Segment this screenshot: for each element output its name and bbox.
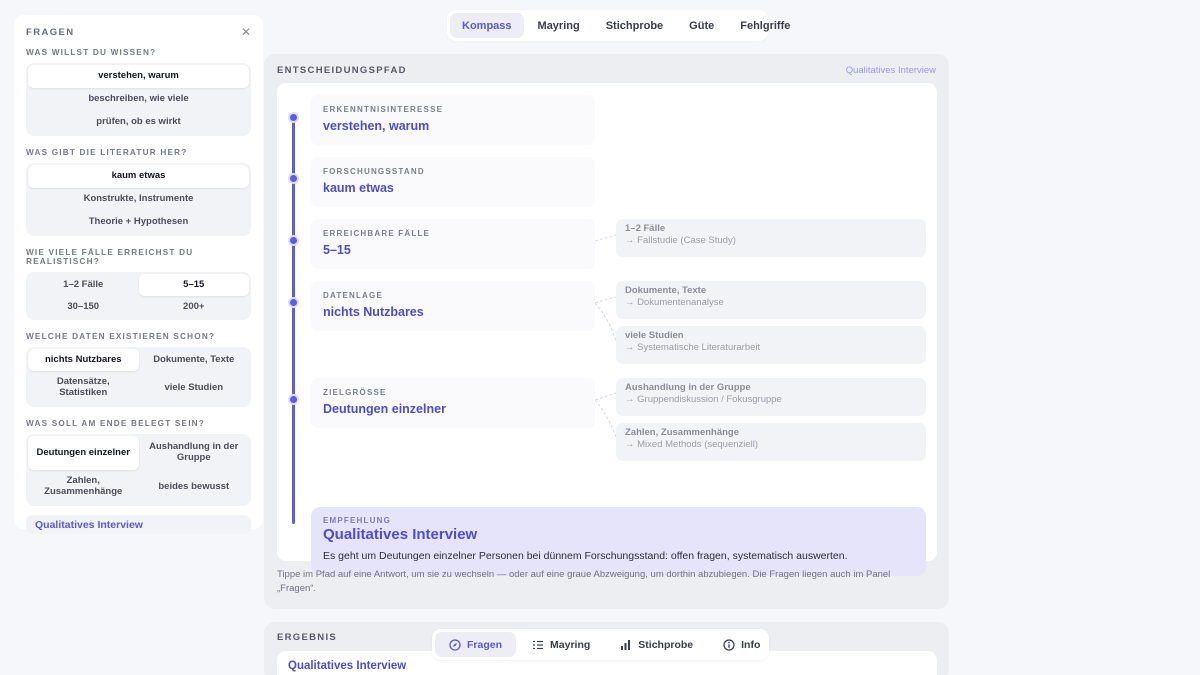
bottom-tab-mayring[interactable]: Mayring <box>518 632 604 657</box>
recommendation-text: Es geht um Deutungen einzelner Personen … <box>323 550 848 562</box>
bar-chart-icon <box>620 639 632 651</box>
option-button[interactable]: nichts Nutzbares <box>28 349 139 371</box>
branch-option[interactable]: Aushandlung in der Gruppe → Gruppendisku… <box>616 378 926 416</box>
tab-mayring[interactable]: Mayring <box>526 13 592 38</box>
branch-option[interactable]: viele Studien → Systematische Literatura… <box>616 326 926 364</box>
option-button[interactable]: 200+ <box>139 296 250 318</box>
option-group-literature: kaum etwas Konstrukte, Instrumente Theor… <box>26 163 251 236</box>
step-value: kaum etwas <box>323 181 394 195</box>
option-button[interactable]: Konstrukte, Instrumente <box>28 188 249 211</box>
result-link[interactable]: Qualitatives Interview <box>846 65 936 76</box>
recommendation-label: EMPFEHLUNG <box>323 516 391 525</box>
path-step-interest[interactable]: ERKENNTNISINTERESSE verstehen, warum <box>311 95 595 145</box>
timeline-dot <box>288 297 299 308</box>
branch-title: Zahlen, Zusammenhänge <box>625 427 740 438</box>
option-button[interactable]: 5–15 <box>138 274 249 296</box>
recommendation-box: EMPFEHLUNG Qualitatives Interview Es geh… <box>311 507 926 576</box>
close-icon[interactable]: ✕ <box>241 26 251 38</box>
option-button[interactable]: Aushandlung in der Gruppe <box>139 436 250 470</box>
branch-target: → Gruppendiskussion / Fokusgruppe <box>625 393 782 405</box>
option-button[interactable]: Zahlen, Zusammenhänge <box>28 470 139 504</box>
panel-result-chip[interactable]: Qualitatives Interview <box>26 515 251 534</box>
compass-icon <box>449 638 461 651</box>
step-label: ERKENNTNISINTERESSE <box>323 105 444 114</box>
tab-kompass[interactable]: Kompass <box>450 13 524 38</box>
path-step-cases[interactable]: ERREICHBARE FÄLLE 5–15 <box>311 219 595 269</box>
question-label: WAS SOLL AM ENDE BELEGT SEIN? <box>26 419 205 428</box>
step-value: 5–15 <box>323 243 351 257</box>
branch-option[interactable]: Zahlen, Zusammenhänge → Mixed Methods (s… <box>616 423 926 461</box>
timeline-dot <box>288 394 299 405</box>
bottom-tab-info[interactable]: Info <box>709 632 774 657</box>
branch-target: → Systematische Literaturarbeit <box>625 341 761 353</box>
option-button[interactable]: kaum etwas <box>28 165 249 188</box>
recommendation-title: Qualitatives Interview <box>323 526 478 543</box>
branch-option[interactable]: Dokumente, Texte → Dokumentenanalyse <box>616 281 926 319</box>
step-label: ZIELGRÖSSE <box>323 388 387 397</box>
path-step-literature[interactable]: FORSCHUNGSSTAND kaum etwas <box>311 157 595 207</box>
option-button[interactable]: verstehen, warum <box>28 65 249 88</box>
option-button[interactable]: 30–150 <box>28 296 139 318</box>
option-button[interactable]: 1–2 Fälle <box>28 274 139 296</box>
step-value: nichts Nutzbares <box>323 305 424 319</box>
option-group-interest: verstehen, warum beschreiben, wie viele … <box>26 63 251 136</box>
timeline-dot <box>288 235 299 246</box>
bottom-tab-stichprobe[interactable]: Stichprobe <box>606 632 707 657</box>
option-group-cases: 1–2 Fälle 5–15 30–150 200+ <box>26 272 251 320</box>
branch-target: → Mixed Methods (sequenziell) <box>625 438 759 450</box>
option-button[interactable]: beschreiben, wie viele <box>28 88 249 111</box>
question-label: WIE VIELE FÄLLE ERREICHST DU REALISTISCH… <box>26 248 194 266</box>
list-icon <box>532 639 544 651</box>
tab-stichprobe[interactable]: Stichprobe <box>594 13 675 38</box>
step-label: ERREICHBARE FÄLLE <box>323 229 431 238</box>
bottom-tab-label: Info <box>741 638 761 651</box>
option-button[interactable]: Dokumente, Texte <box>139 349 250 371</box>
branch-title: 1–2 Fälle <box>625 223 666 234</box>
option-button[interactable]: Theorie + Hypothesen <box>28 211 249 234</box>
option-button[interactable]: Datensätze, Statistiken <box>28 371 139 405</box>
option-button[interactable]: Deutungen einzelner <box>28 436 139 470</box>
step-value: Deutungen einzelner <box>323 402 446 416</box>
bottom-tab-label: Stichprobe <box>638 638 694 651</box>
branch-target: → Fallstudie (Case Study) <box>625 234 736 246</box>
top-tab-bar: Kompass Mayring Stichprobe Güte Fehlgrif… <box>447 10 790 41</box>
option-button[interactable]: beides bewusst <box>139 470 250 504</box>
section-title: ENTSCHEIDUNGSPFAD <box>277 65 407 76</box>
bottom-tab-bar: Fragen Mayring Stichprobe Info <box>432 629 769 660</box>
branch-option[interactable]: 1–2 Fälle → Fallstudie (Case Study) <box>616 219 926 257</box>
info-icon <box>723 638 735 651</box>
bottom-tab-fragen[interactable]: Fragen <box>435 632 517 657</box>
hint-text: Tippe im Pfad auf eine Antwort, um sie z… <box>277 569 891 594</box>
result-name: Qualitatives Interview <box>288 660 407 672</box>
questions-panel: FRAGEN ✕ WAS WILLST DU WISSEN? verstehen… <box>14 15 263 534</box>
branch-target: → Dokumentenanalyse <box>625 296 724 308</box>
tab-fehlgriffe[interactable]: Fehlgriffe <box>728 13 802 38</box>
panel-title: FRAGEN <box>26 26 75 38</box>
section-title: ERGEBNIS <box>277 632 338 643</box>
option-group-goal: Deutungen einzelner Aushandlung in der G… <box>26 434 251 506</box>
branch-title: viele Studien <box>625 330 684 341</box>
option-button[interactable]: prüfen, ob es wirkt <box>28 111 249 134</box>
decision-path-card: ENTSCHEIDUNGSPFAD Qualitatives Interview… <box>264 54 949 609</box>
branch-title: Dokumente, Texte <box>625 285 707 296</box>
step-value: verstehen, warum <box>323 119 430 133</box>
option-group-data: nichts Nutzbares Dokumente, Texte Datens… <box>26 347 251 407</box>
path-step-goal[interactable]: ZIELGRÖSSE Deutungen einzelner <box>311 378 595 428</box>
path-area: ERKENNTNISINTERESSE verstehen, warum FOR… <box>277 83 937 576</box>
tab-guete[interactable]: Güte <box>677 13 726 38</box>
timeline-dot <box>288 112 299 123</box>
question-label: WAS GIBT DIE LITERATUR HER? <box>26 148 188 157</box>
bottom-tab-label: Mayring <box>550 638 591 651</box>
step-label: FORSCHUNGSSTAND <box>323 167 425 176</box>
timeline-dot <box>288 173 299 184</box>
bottom-tab-label: Fragen <box>467 638 503 651</box>
step-label: DATENLAGE <box>323 291 383 300</box>
branch-title: Aushandlung in der Gruppe <box>625 382 751 393</box>
path-step-data[interactable]: DATENLAGE nichts Nutzbares <box>311 281 595 331</box>
question-label: WAS WILLST DU WISSEN? <box>26 48 157 57</box>
question-label: WELCHE DATEN EXISTIEREN SCHON? <box>26 332 216 341</box>
option-button[interactable]: viele Studien <box>139 371 250 405</box>
